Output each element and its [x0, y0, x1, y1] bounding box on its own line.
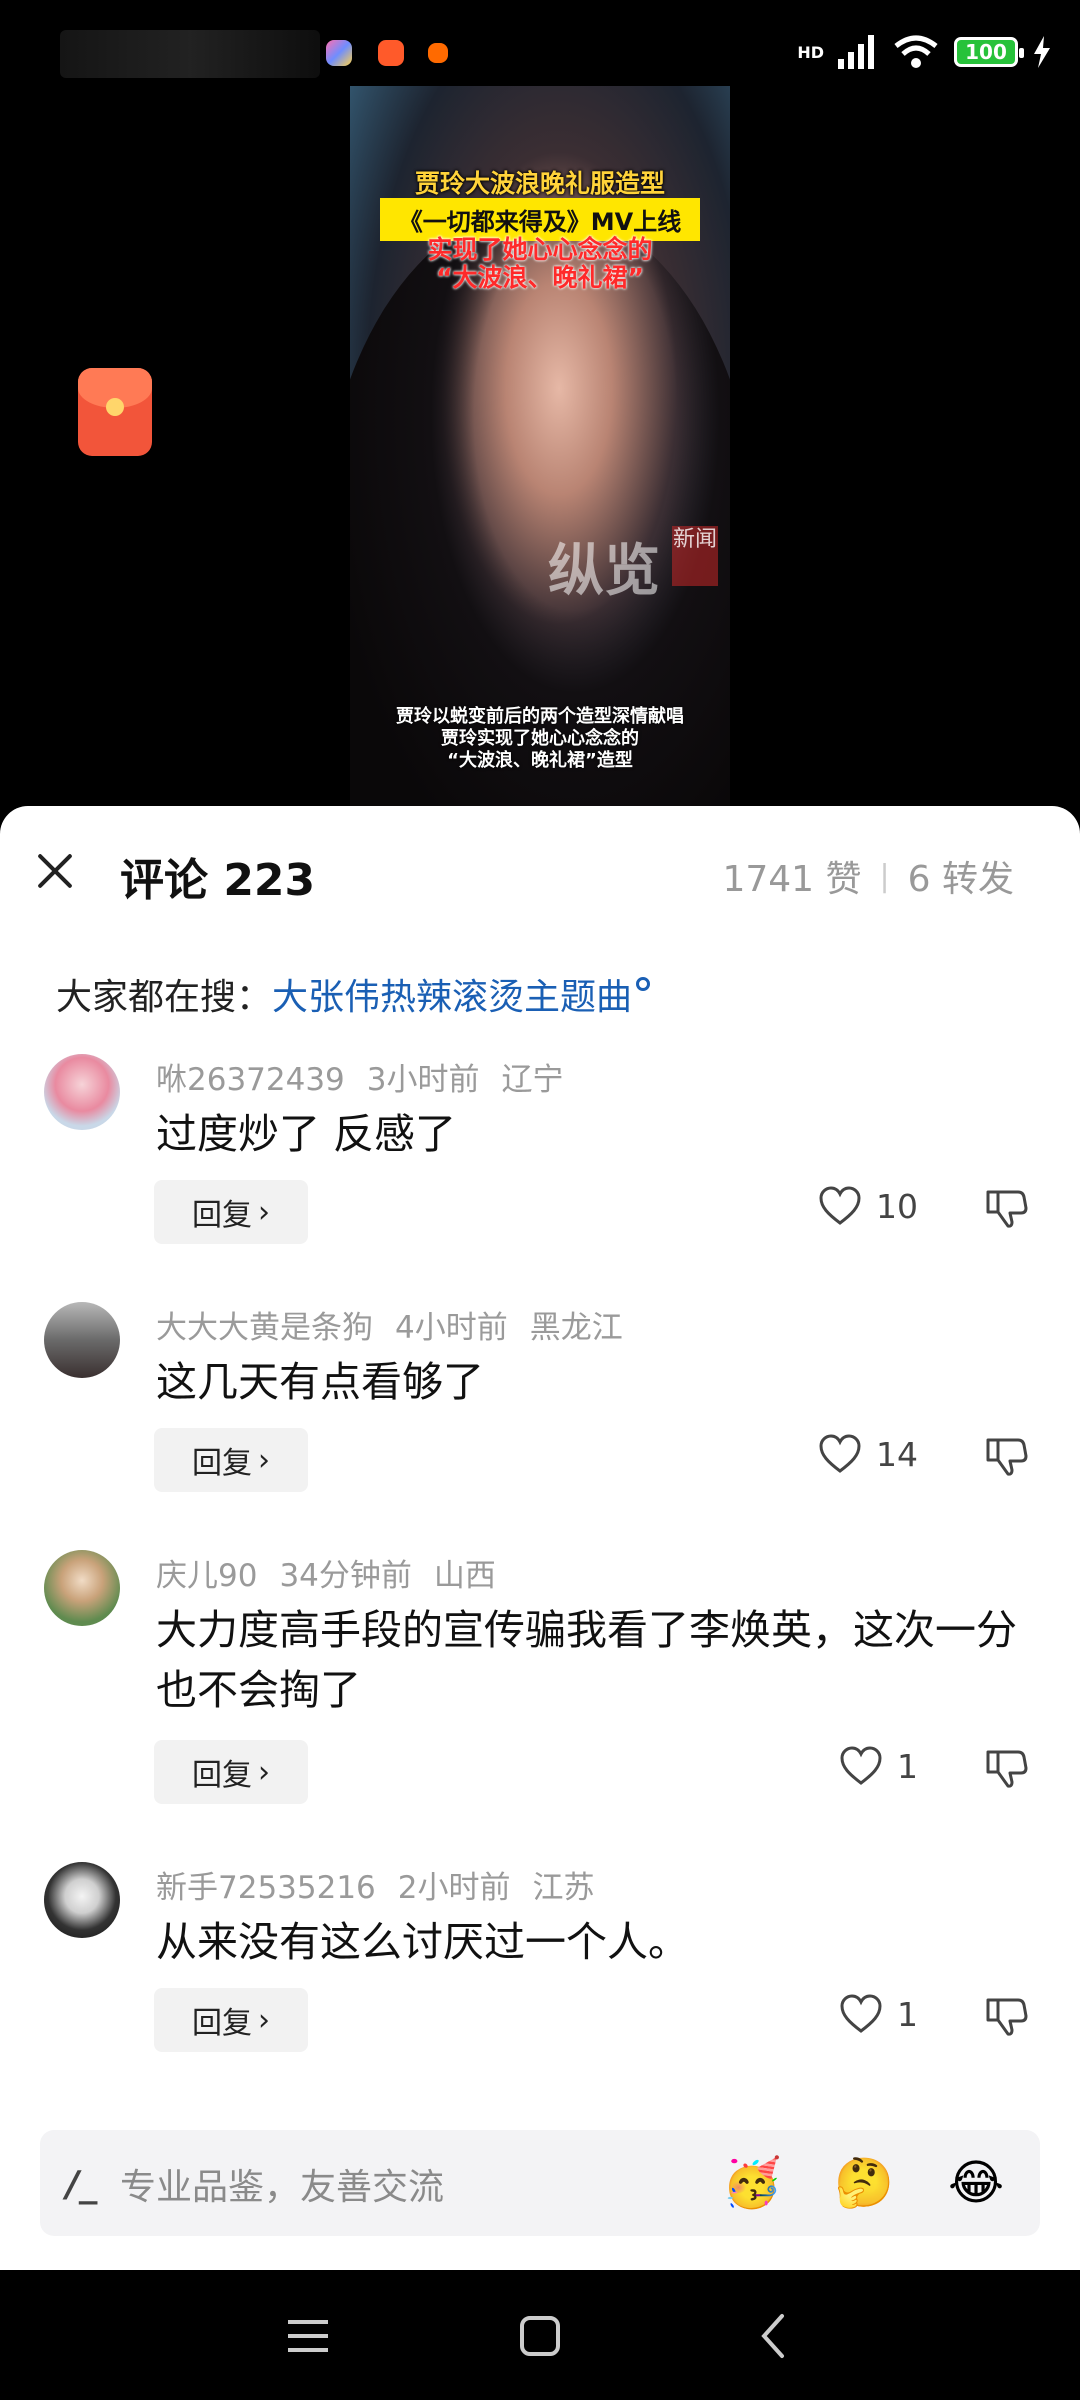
search-icon: [636, 977, 651, 991]
signal-icon: [838, 35, 874, 69]
app-notification-icon: [378, 40, 404, 66]
comment-input-bar[interactable]: /_ 专业品鉴，友善交流 🥳 🤔 😂: [40, 2130, 1040, 2236]
comment-location: 江苏: [532, 1870, 595, 1906]
home-icon[interactable]: [510, 2306, 570, 2366]
comment-input-placeholder[interactable]: 专业品鉴，友善交流: [120, 2158, 444, 2210]
video-watermark: 纵览: [548, 538, 660, 604]
comment-time: 34分钟前: [279, 1558, 412, 1594]
search-keyword-link[interactable]: 大张伟热辣滚烫主题曲: [272, 977, 632, 1018]
dislike-icon[interactable]: [984, 1434, 1028, 1478]
reply-button[interactable]: 回复 ›: [154, 1428, 308, 1492]
reply-button[interactable]: 回复 ›: [154, 1180, 308, 1244]
trending-search-hint: 大家都在搜：大张伟热辣滚烫主题曲: [56, 968, 651, 1020]
comment-text: 这几天有点看够了: [156, 1358, 484, 1406]
avatar[interactable]: [44, 1862, 120, 1938]
battery-indicator: 100: [954, 37, 1024, 67]
thinking-emoji-icon[interactable]: 🤔: [834, 2154, 894, 2212]
comment-meta: 大大大黄是条狗 4小时前 黑龙江: [156, 1302, 645, 1347]
share-count[interactable]: 6 转发: [908, 850, 1014, 902]
party-emoji-icon[interactable]: 🥳: [722, 2154, 782, 2212]
comment-like-count: 10: [876, 1186, 918, 1226]
laughing-emoji-icon[interactable]: 😂: [946, 2154, 1006, 2212]
comment-sheet: 评论 223 1741 赞 | 6 转发 大家都在搜：大张伟热辣滚烫主题曲 咻2…: [0, 806, 1080, 2270]
back-icon[interactable]: [744, 2306, 804, 2366]
dislike-icon[interactable]: [984, 1994, 1028, 2038]
system-nav-bar: [0, 2270, 1080, 2400]
red-packet-icon[interactable]: [78, 368, 152, 456]
chevron-right-icon: ›: [258, 2002, 270, 2038]
dislike-icon[interactable]: [984, 1746, 1028, 1790]
comment-text: 从来没有这么讨厌过一个人。: [156, 1918, 689, 1966]
comment-location: 黑龙江: [529, 1310, 623, 1346]
comment-text: 过度炒了 反感了: [156, 1110, 457, 1158]
close-icon[interactable]: [32, 848, 78, 894]
comment-username[interactable]: 庆儿90: [156, 1558, 257, 1594]
menu-icon[interactable]: [278, 2306, 338, 2366]
avatar[interactable]: [44, 1302, 120, 1378]
post-stats: 1741 赞 | 6 转发: [722, 850, 1014, 902]
reply-button[interactable]: 回复 ›: [154, 1988, 308, 2052]
charging-icon: [1034, 36, 1050, 68]
video-caption: 贾玲大波浪晚礼服造型: [414, 169, 665, 198]
comment-like-count: 14: [876, 1434, 918, 1474]
heart-icon: [819, 1434, 861, 1473]
app-notification-icon: [326, 40, 352, 66]
search-hint-label: 大家都在搜：: [56, 977, 273, 1018]
chevron-right-icon: ›: [258, 1754, 270, 1790]
video-player[interactable]: 贾玲大波浪晚礼服造型 《一切都来得及》MV上线 实现了她心心念念的 “大波浪、晚…: [350, 86, 730, 806]
avatar[interactable]: [44, 1054, 120, 1130]
heart-icon: [819, 1186, 861, 1225]
comment-meta: 新手72535216 2小时前 江苏: [156, 1862, 617, 1907]
avatar[interactable]: [44, 1550, 120, 1626]
comment-time: 2小时前: [397, 1870, 511, 1906]
comment-like-count: 1: [897, 1746, 918, 1786]
comment-text: 大力度高手段的宣传骗我看了李焕英，这次一分也不会掏了: [156, 1606, 1017, 1714]
heart-icon: [840, 1994, 882, 2033]
hd-label: HD: [797, 42, 824, 62]
comment-like-count: 1: [897, 1994, 918, 2034]
comment-username[interactable]: 大大大黄是条狗: [156, 1310, 373, 1346]
like-button[interactable]: 14: [818, 1434, 918, 1474]
dislike-icon[interactable]: [984, 1186, 1028, 1230]
comment-location: 辽宁: [501, 1062, 564, 1098]
comment-time: 4小时前: [395, 1310, 508, 1346]
comment-count-title: 评论 223: [120, 855, 316, 906]
comment-time: 3小时前: [366, 1062, 480, 1098]
reply-button[interactable]: 回复 ›: [154, 1740, 308, 1804]
comment-sheet-header: 评论 223 1741 赞 | 6 转发: [0, 806, 1080, 936]
like-count[interactable]: 1741 赞: [722, 850, 861, 902]
like-button[interactable]: 1: [839, 1994, 918, 2034]
comment-meta: 庆儿90 34分钟前 山西: [156, 1550, 518, 1595]
like-button[interactable]: 1: [839, 1746, 918, 1786]
heart-icon: [840, 1746, 882, 1785]
like-button[interactable]: 10: [818, 1186, 918, 1226]
wifi-icon: [894, 35, 938, 68]
chevron-right-icon: ›: [258, 1442, 270, 1478]
comment-username[interactable]: 新手72535216: [156, 1870, 376, 1906]
watermark-badge: 新闻: [672, 526, 718, 586]
pen-icon: /_: [66, 2164, 98, 2205]
app-notification-icon: [428, 43, 448, 63]
comment-username[interactable]: 咻26372439: [156, 1062, 345, 1098]
comment-meta: 咻26372439 3小时前 辽宁: [156, 1054, 586, 1099]
video-subtitle: 贾玲以蜕变前后的两个造型深情献唱 贾玲实现了她心心念念的 “大波浪、晚礼裙”造型: [396, 706, 684, 771]
notification-icons-blurred: [60, 30, 320, 78]
comment-location: 山西: [433, 1558, 496, 1594]
stats-separator: |: [879, 858, 890, 894]
chevron-right-icon: ›: [258, 1194, 270, 1230]
video-caption-red: 实现了她心心念念的 “大波浪、晚礼裙”: [427, 235, 653, 292]
